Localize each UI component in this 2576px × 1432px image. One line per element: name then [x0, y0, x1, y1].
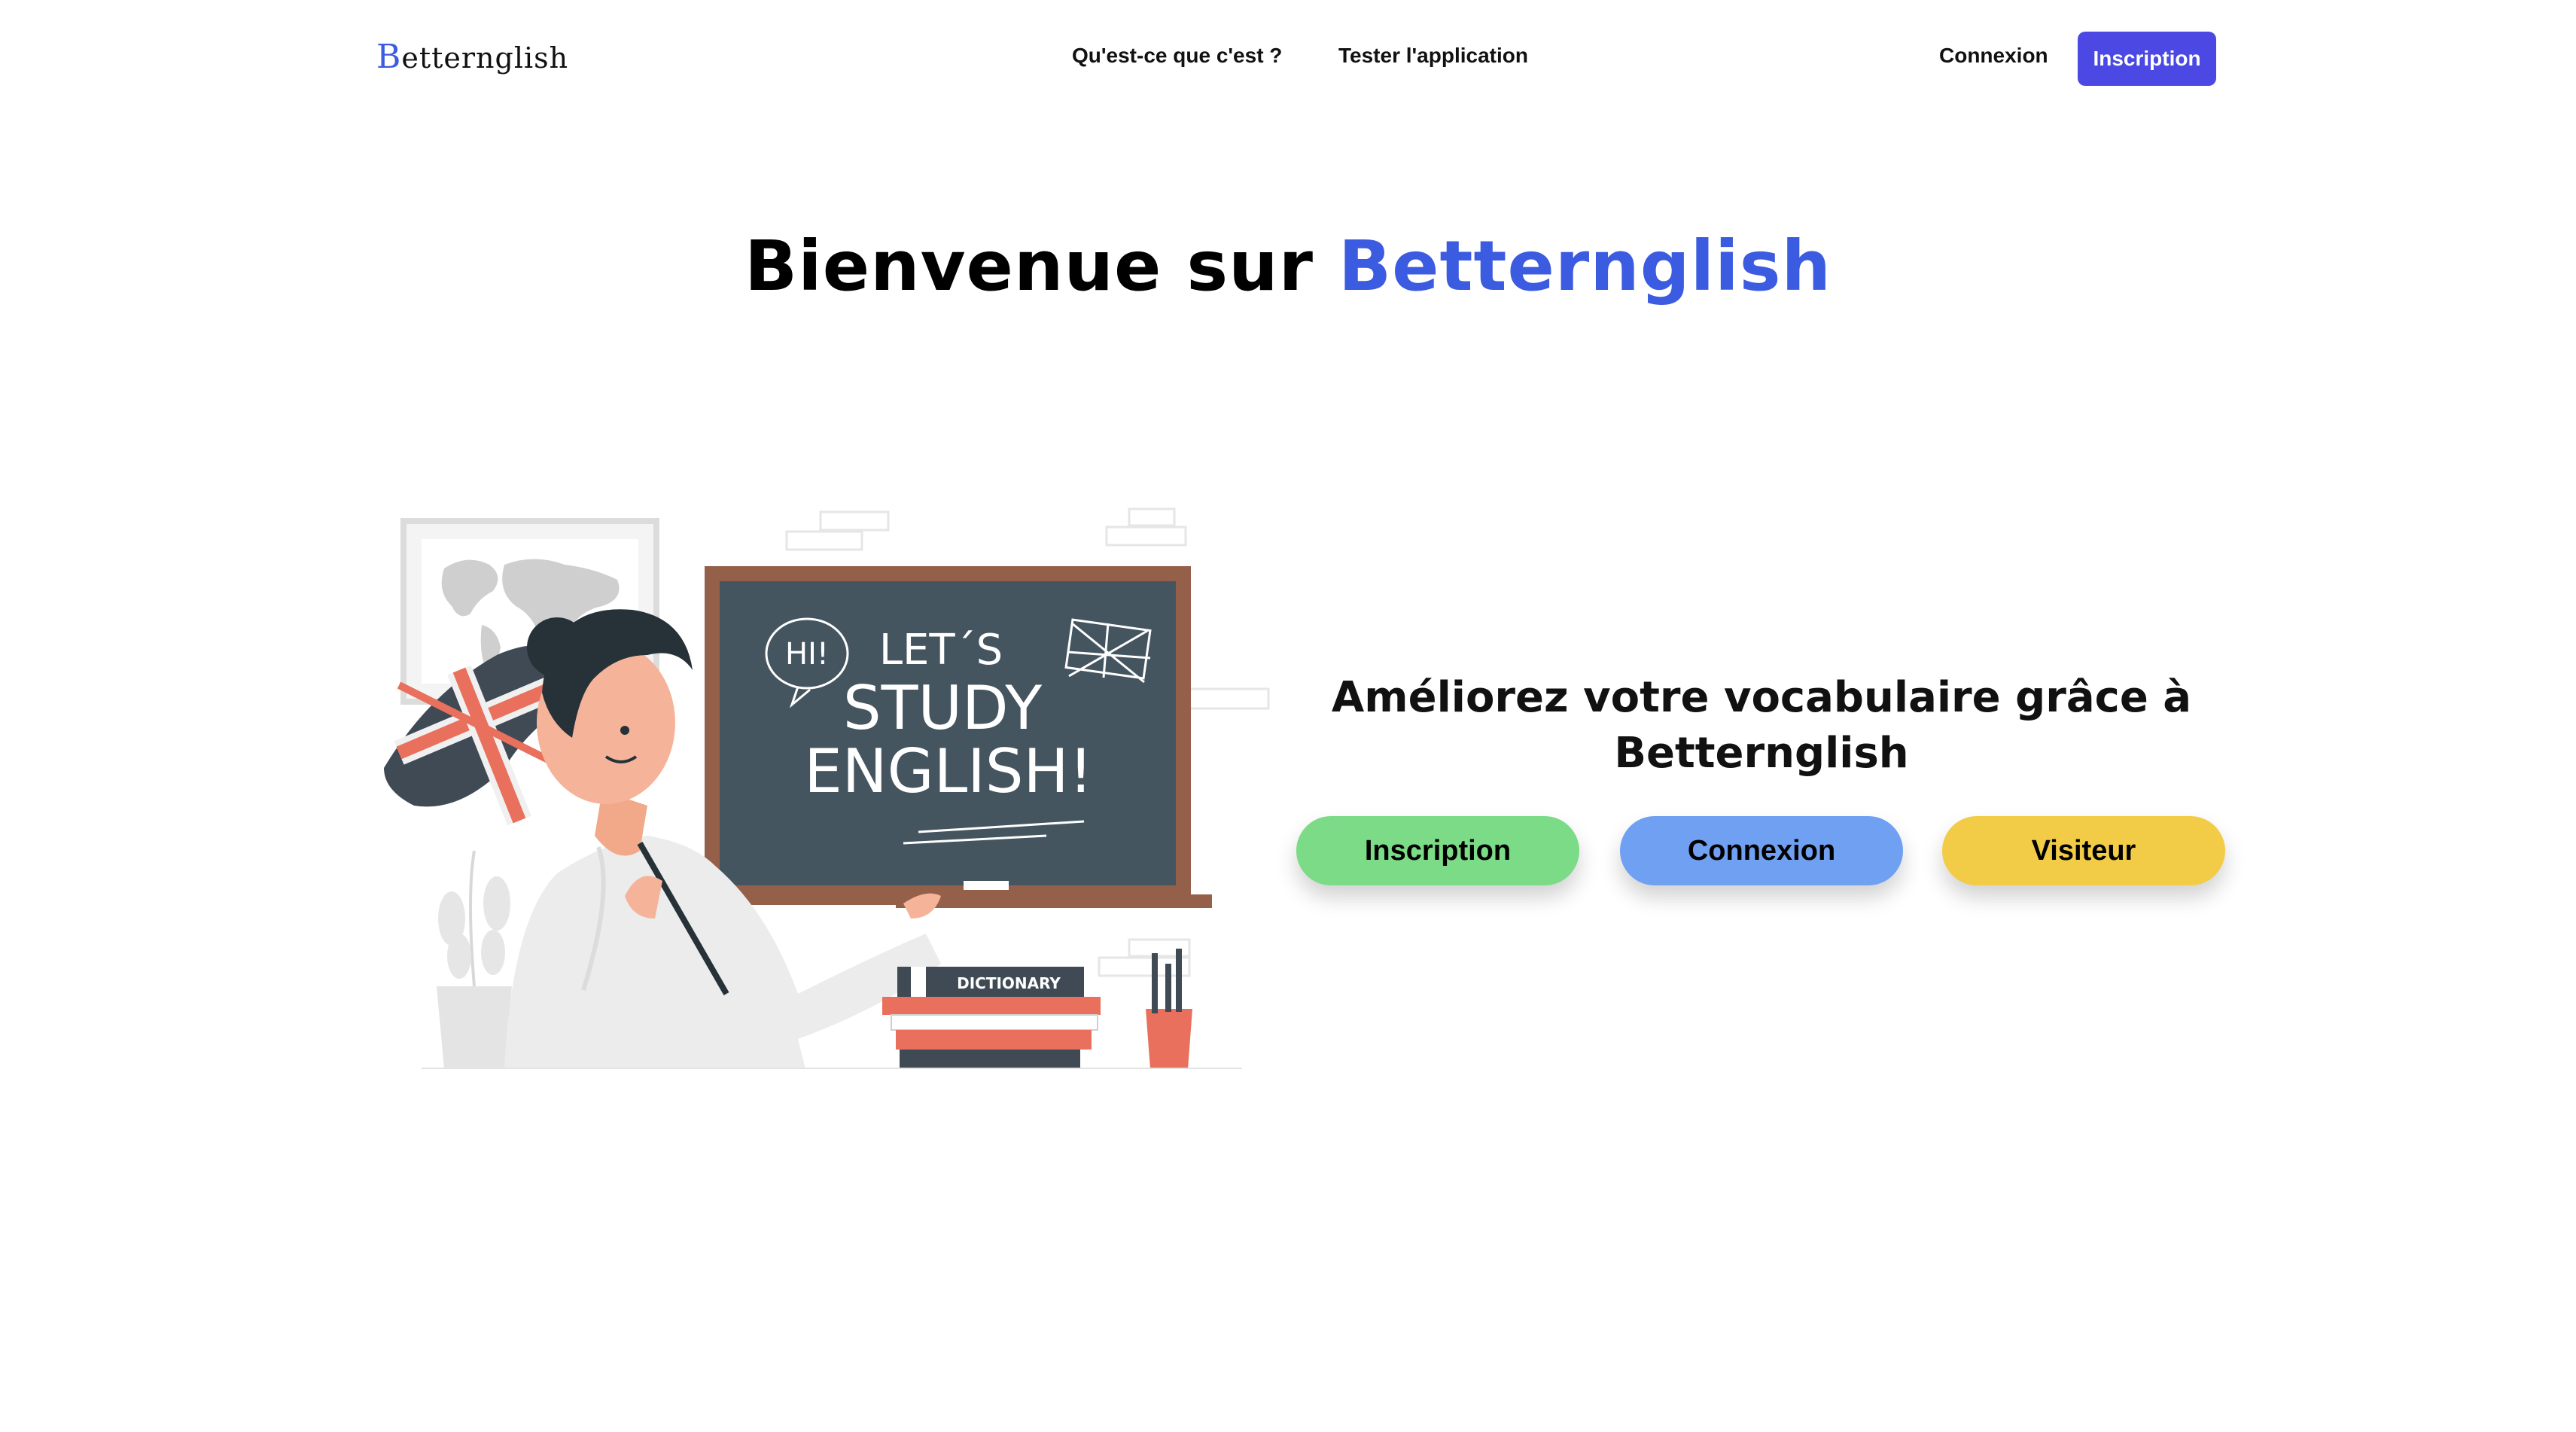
- dictionary-label: DICTIONARY: [957, 974, 1061, 992]
- board-line-lets: LET´S: [879, 626, 1003, 675]
- subtitle-line-2: Betternglish: [1614, 729, 1909, 778]
- nav-login-link[interactable]: Connexion: [1939, 44, 2048, 68]
- login-button[interactable]: Connexion: [1620, 816, 1903, 885]
- book-stack: DICTIONARY: [882, 967, 1101, 1069]
- navbar: Betternglish Qu'est-ce que c'est ? Teste…: [0, 0, 2576, 117]
- nav-link-test-app[interactable]: Tester l'application: [1338, 44, 1528, 68]
- pencil-cup: [1146, 949, 1192, 1069]
- subtitle: Améliorez votre vocabulaire grâce à Bett…: [1280, 670, 2243, 782]
- page-title: Bienvenue sur Betternglish: [0, 226, 2576, 306]
- brand-logo[interactable]: Betternglish: [376, 38, 568, 76]
- logo-initial: B: [376, 38, 402, 76]
- subtitle-line-1: Améliorez votre vocabulaire grâce à: [1331, 673, 2192, 722]
- bubble-hi-text: HI!: [785, 637, 829, 672]
- title-prefix: Bienvenue sur: [744, 226, 1339, 306]
- teacher-illustration: HI! LET´S STUDY ENGLISH! DICTIONARY: [384, 507, 1270, 1069]
- title-brand: Betternglish: [1338, 226, 1832, 306]
- board-line-english: ENGLISH!: [804, 736, 1093, 806]
- nav-signup-button[interactable]: Inscription: [2078, 32, 2216, 86]
- potted-plant: [437, 850, 512, 1069]
- visitor-button[interactable]: Visiteur: [1942, 816, 2225, 885]
- signup-button[interactable]: Inscription: [1296, 816, 1579, 885]
- logo-text: etternglish: [401, 41, 569, 75]
- board-line-study: STUDY: [843, 673, 1043, 743]
- nav-link-what[interactable]: Qu'est-ce que c'est ?: [1072, 44, 1282, 68]
